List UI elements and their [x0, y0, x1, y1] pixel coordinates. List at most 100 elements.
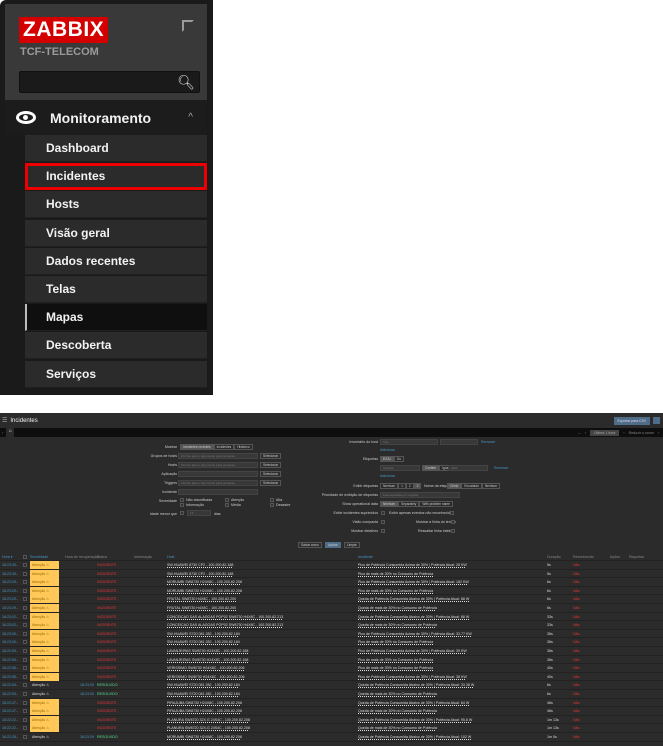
host-link[interactable]: PLANURA SW8720 32X.G 24S4C - 100.200.82.… — [167, 726, 250, 730]
row-checkbox[interactable] — [23, 657, 27, 662]
time-link[interactable]: 18:22:22 — [2, 726, 16, 730]
age-checkbox[interactable] — [180, 511, 184, 515]
host-link[interactable]: SW-HUAWEI S720 081 282 - 100.200.82.184 — [167, 632, 240, 636]
opdata-toggle-option[interactable]: Separately — [398, 501, 420, 507]
tag-operator-option[interactable]: Contém — [422, 465, 440, 471]
expand-icon[interactable]: – — [16, 701, 18, 705]
search-input[interactable]: 🔍︎ — [19, 71, 200, 93]
column-header[interactable]: Ações — [610, 555, 620, 559]
zoom-out-button[interactable]: Reduzir o zoom — [629, 431, 654, 435]
time-link[interactable]: 18:23:29 — [2, 597, 16, 601]
inventory-value-input[interactable] — [440, 439, 478, 445]
row-checkbox[interactable] — [23, 692, 27, 696]
expand-icon[interactable]: – — [16, 718, 18, 722]
expand-icon[interactable]: – — [16, 640, 18, 644]
time-link[interactable]: 18:23:00 — [2, 640, 16, 644]
time-link[interactable]: 18:23:00 — [2, 632, 16, 636]
host-link[interactable]: MORUMBI SW8730 H24X8C - 100.200.82.208 — [167, 580, 242, 584]
row-checkbox[interactable] — [23, 726, 27, 731]
problem-link[interactable]: Queda de Potência Consumida Abaixo de 30… — [358, 683, 474, 687]
expand-icon[interactable]: – — [16, 580, 18, 584]
sidebar-item-dados-recentes[interactable]: Dados recentes — [25, 247, 207, 275]
ack-link[interactable]: Não — [573, 658, 580, 662]
table-row[interactable]: 18:22:47– Atenção ⚠ INCIDENTE PIRAJUBA SW87… — [0, 707, 663, 716]
ack-link[interactable]: Não — [573, 692, 580, 696]
expand-icon[interactable]: – — [16, 597, 18, 601]
ack-link[interactable]: Não — [573, 683, 580, 687]
tag-name-toggle-option[interactable]: Cheio — [447, 483, 462, 489]
time-link[interactable]: 18:22:54 — [2, 692, 16, 696]
timeline-checkbox[interactable] — [451, 520, 455, 524]
row-checkbox[interactable] — [23, 674, 27, 679]
select-all-checkbox[interactable] — [23, 555, 27, 559]
host-link[interactable]: MORUMBI SW8730 H24X8C - 100.200.82.208 — [167, 735, 242, 739]
problem-link[interactable]: Pico de mais de 30% no Consumo de Potênc… — [358, 589, 433, 593]
prev-period-icon[interactable]: › — [585, 431, 586, 435]
row-checkbox[interactable] — [23, 614, 27, 619]
row-checkbox[interactable] — [23, 588, 27, 593]
host-link[interactable]: SW-HUAWEI 8730 CP2 - 100.200.82.188 — [167, 563, 233, 567]
row-checkbox[interactable] — [23, 631, 27, 636]
expand-icon[interactable]: – — [16, 563, 18, 567]
column-header[interactable]: Etiquetas — [629, 555, 644, 559]
sidebar-item-servi-os[interactable]: Serviços — [25, 360, 207, 388]
table-row[interactable]: 18:23:00– Atenção ⚠ INCIDENTE SW-HUAWEI S72… — [0, 629, 663, 639]
expand-icon[interactable]: – — [16, 632, 18, 636]
prev-icon[interactable]: ‹ — [623, 431, 624, 435]
search-icon[interactable]: 🔍︎ — [177, 74, 195, 91]
row-checkbox[interactable] — [23, 649, 27, 653]
time-link[interactable]: 18:23:29 — [2, 606, 16, 610]
column-header[interactable]: Host — [167, 555, 174, 559]
severity-checkbox[interactable] — [225, 503, 229, 507]
time-link[interactable]: 18:23:29 — [2, 580, 16, 584]
row-checkbox[interactable] — [23, 571, 27, 576]
menu-icon[interactable]: ☰ — [2, 417, 7, 424]
row-checkbox[interactable] — [23, 623, 27, 628]
expand-icon[interactable]: – — [16, 675, 18, 679]
problem-link[interactable]: Queda de Potência Consumida Abaixo de 30… — [358, 615, 469, 619]
table-row[interactable]: 18:22:54– Atenção ⚠ 18:23:00 RESOLVIDO SW-HU… — [0, 690, 663, 699]
tag-priority-input[interactable]: lista separada por vírgulas — [380, 492, 460, 498]
export-csv-button[interactable]: Exportar para CSV — [613, 416, 650, 425]
ack-link[interactable]: Não — [573, 572, 580, 576]
table-row[interactable]: 18:22:22– Atenção ⚠ INCIDENTE PLANURA SW872… — [0, 724, 663, 733]
tag-name-toggle-option[interactable]: Nenhum — [481, 483, 500, 489]
inventory-field-select[interactable]: Tipo — [380, 439, 438, 445]
column-header[interactable]: Status — [97, 555, 107, 559]
menu-monitoramento[interactable]: Monitoramento ^ — [5, 100, 207, 135]
zabbix-logo[interactable]: ZABBIX — [19, 17, 109, 43]
problem-link[interactable]: Queda de Potência Consumida Abaixo de 30… — [358, 597, 469, 601]
ack-link[interactable]: Não — [573, 563, 580, 567]
severity-checkbox[interactable] — [270, 498, 274, 502]
problem-link[interactable]: Queda de Potência Consumida Abaixo de 30… — [358, 701, 469, 705]
host-link[interactable]: SW-HUAWEI S720 081 282 - 100.200.82.184 — [167, 640, 240, 644]
age-input[interactable]: 14 — [187, 510, 211, 516]
host-link[interactable]: PIRAJUBA SW8730 H24X8C - 100.200.82.208 — [167, 709, 242, 713]
expand-icon[interactable]: – — [16, 726, 18, 730]
problem-link[interactable]: Pico de mais de 30% no Consumo de Potênc… — [358, 666, 433, 670]
application-select-button[interactable]: Selecionar — [260, 471, 282, 477]
column-header[interactable]: Hora de recuperação — [65, 555, 99, 559]
problem-input[interactable] — [178, 489, 258, 495]
row-checkbox[interactable] — [23, 735, 27, 739]
column-header[interactable]: Reconhecido — [573, 555, 594, 559]
host-link[interactable]: MORUMBI SW8730 H24X8C - 100.200.82.208 — [167, 589, 242, 593]
time-link[interactable]: 18:22:28 — [2, 735, 16, 739]
details-checkbox[interactable] — [381, 529, 385, 533]
expand-icon[interactable]: – — [16, 658, 18, 662]
table-row[interactable]: 18:22:22– Atenção ⚠ INCIDENTE PLANURA SW872… — [0, 715, 663, 725]
hosts-select-button[interactable]: Selecionar — [260, 462, 282, 468]
host-link[interactable]: PIRAJUBA SW8730 H24X8C - 100.200.82.208 — [167, 701, 242, 705]
show-tags-toggle-option[interactable]: 2 — [405, 483, 414, 489]
ack-link[interactable]: Não — [573, 580, 580, 584]
time-link[interactable]: 18:23:29 — [2, 589, 16, 593]
expand-icon[interactable]: – — [16, 615, 18, 619]
host-link[interactable]: SW-HUAWEI S720 081 282 - 100.200.82.184 — [167, 692, 240, 696]
ack-link[interactable]: Não — [573, 597, 580, 601]
problem-link[interactable]: Pico de mais de 30% no Consumo de Potênc… — [358, 658, 433, 662]
problem-link[interactable]: Queda de mais de 30% no Consumo de Potên… — [358, 606, 437, 610]
triggers-input[interactable]: informe aqui o argumento para pesquisa — [178, 480, 258, 486]
table-row[interactable]: 18:22:55– Atenção ⚠ INCIDENTE VERISSIMO SW8… — [0, 672, 663, 682]
problem-link[interactable]: Pico de mais de 30% no Consumo de Potênc… — [358, 572, 433, 576]
sidebar-item-incidentes[interactable]: Incidentes — [25, 163, 207, 191]
